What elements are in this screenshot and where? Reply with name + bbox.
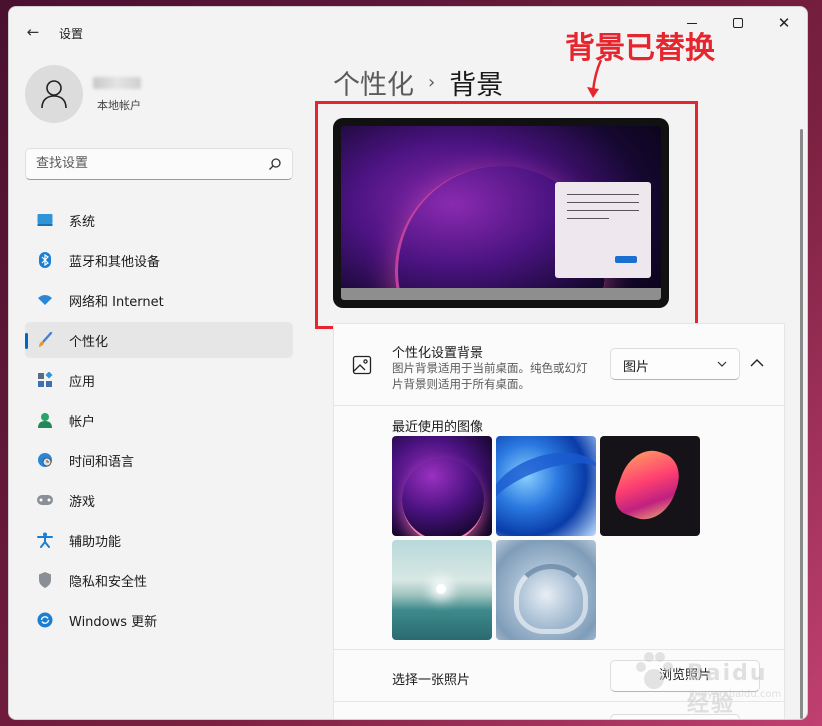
search-box[interactable] [25,148,293,180]
sidebar-item-bluetooth[interactable]: 蓝牙和其他设备 [25,242,293,278]
close-button[interactable]: ✕ [761,7,807,39]
bluetooth-icon [36,251,54,269]
accessibility-icon [36,531,54,549]
sidebar-item-accessibility[interactable]: 辅助功能 [25,522,293,558]
wifi-icon [36,291,54,309]
recent-image-thumbnail[interactable] [496,436,596,536]
settings-window: ← 设置 ✕ 本地帐户 系统 [8,6,808,720]
search-input[interactable] [36,156,256,171]
recent-images-row: 最近使用的图像 [334,406,784,650]
preview-taskbar [341,288,661,300]
close-icon: ✕ [777,13,791,32]
account-type: 本地帐户 [97,99,141,112]
chevron-down-icon [717,361,727,367]
preview-button [615,256,637,263]
back-arrow-icon[interactable]: ← [23,23,43,41]
recent-image-thumbnail[interactable] [392,540,492,640]
annotation-arrow-icon [587,59,603,98]
sidebar-item-label: 时间和语言 [69,454,135,470]
paintbrush-icon [36,331,54,349]
account-icon [36,411,54,429]
recent-image-thumbnail[interactable] [600,436,700,536]
globe-clock-icon [36,451,54,469]
sidebar-item-label: 辅助功能 [69,534,122,550]
sidebar-item-windows-update[interactable]: Windows 更新 [25,602,293,638]
background-type-row: 个性化设置背景 图片背景适用于当前桌面。纯色或幻灯片背景则适用于所有桌面。 图片 [334,324,784,406]
preview-text-line [567,194,639,195]
breadcrumb: 个性化 › 背景 [333,63,503,102]
sidebar-nav: 系统 蓝牙和其他设备 网络和 Internet 个性化 应用 帐户 时间和语言 … [25,202,293,642]
update-icon [36,611,54,629]
sidebar-item-gaming[interactable]: 游戏 [25,482,293,518]
maximize-button[interactable] [715,7,761,39]
sidebar-item-label: 隐私和安全性 [69,574,148,590]
preview-text-line [567,210,639,211]
sidebar-item-apps[interactable]: 应用 [25,362,293,398]
breadcrumb-parent[interactable]: 个性化 [333,63,414,102]
recent-image-thumbnail[interactable] [496,540,596,640]
system-display-icon [36,211,54,229]
sidebar-item-accounts[interactable]: 帐户 [25,402,293,438]
sidebar-item-time-language[interactable]: 时间和语言 [25,442,293,478]
search-icon[interactable] [268,157,282,171]
sidebar-item-label: Windows 更新 [69,614,158,630]
recent-image-thumbnail[interactable] [392,436,492,536]
app-title: 设置 [59,27,84,41]
user-name-blurred [93,77,141,89]
choose-photo-label: 选择一张照片 [392,673,471,688]
sidebar-item-network[interactable]: 网络和 Internet [25,282,293,318]
background-setting-title: 个性化设置背景 [392,346,484,361]
chevron-up-icon[interactable] [748,354,766,372]
recent-images-label: 最近使用的图像 [392,420,484,435]
scrollbar[interactable] [800,129,803,719]
gamepad-icon [36,491,54,509]
sidebar-item-label: 帐户 [69,414,96,430]
preview-text-line [567,218,609,219]
paw-logo-icon [636,652,673,689]
person-icon [41,80,67,109]
maximize-icon [733,18,743,28]
shield-icon [36,571,54,589]
sidebar-item-system[interactable]: 系统 [25,202,293,238]
watermark-url: jingyan.baidu.com [689,689,782,700]
sidebar-item-personalization[interactable]: 个性化 [25,322,293,358]
background-type-dropdown[interactable]: 图片 [610,348,740,380]
apps-icon [36,371,54,389]
sidebar-item-label: 蓝牙和其他设备 [69,254,161,270]
desktop-preview [333,118,669,308]
background-setting-description: 图片背景适用于当前桌面。纯色或幻灯片背景则适用于所有桌面。 [392,361,588,391]
sidebar-item-label: 应用 [69,374,96,390]
breadcrumb-separator-icon: › [428,72,436,93]
avatar[interactable] [25,65,83,123]
preview-text-line [567,202,639,203]
sidebar-item-label: 系统 [69,214,96,230]
sidebar-item-label: 网络和 Internet [69,294,164,310]
page-title: 背景 [449,70,504,101]
preview-wallpaper [341,126,661,300]
image-icon [352,355,372,375]
sidebar-item-label: 个性化 [69,334,109,350]
sidebar-item-label: 游戏 [69,494,96,510]
sidebar-item-privacy[interactable]: 隐私和安全性 [25,562,293,598]
dropdown-selected-value: 图片 [623,360,650,375]
watermark-logo: Baidu 经验 jingyan.baidu.com [629,647,799,717]
preview-sample-window [555,182,651,278]
